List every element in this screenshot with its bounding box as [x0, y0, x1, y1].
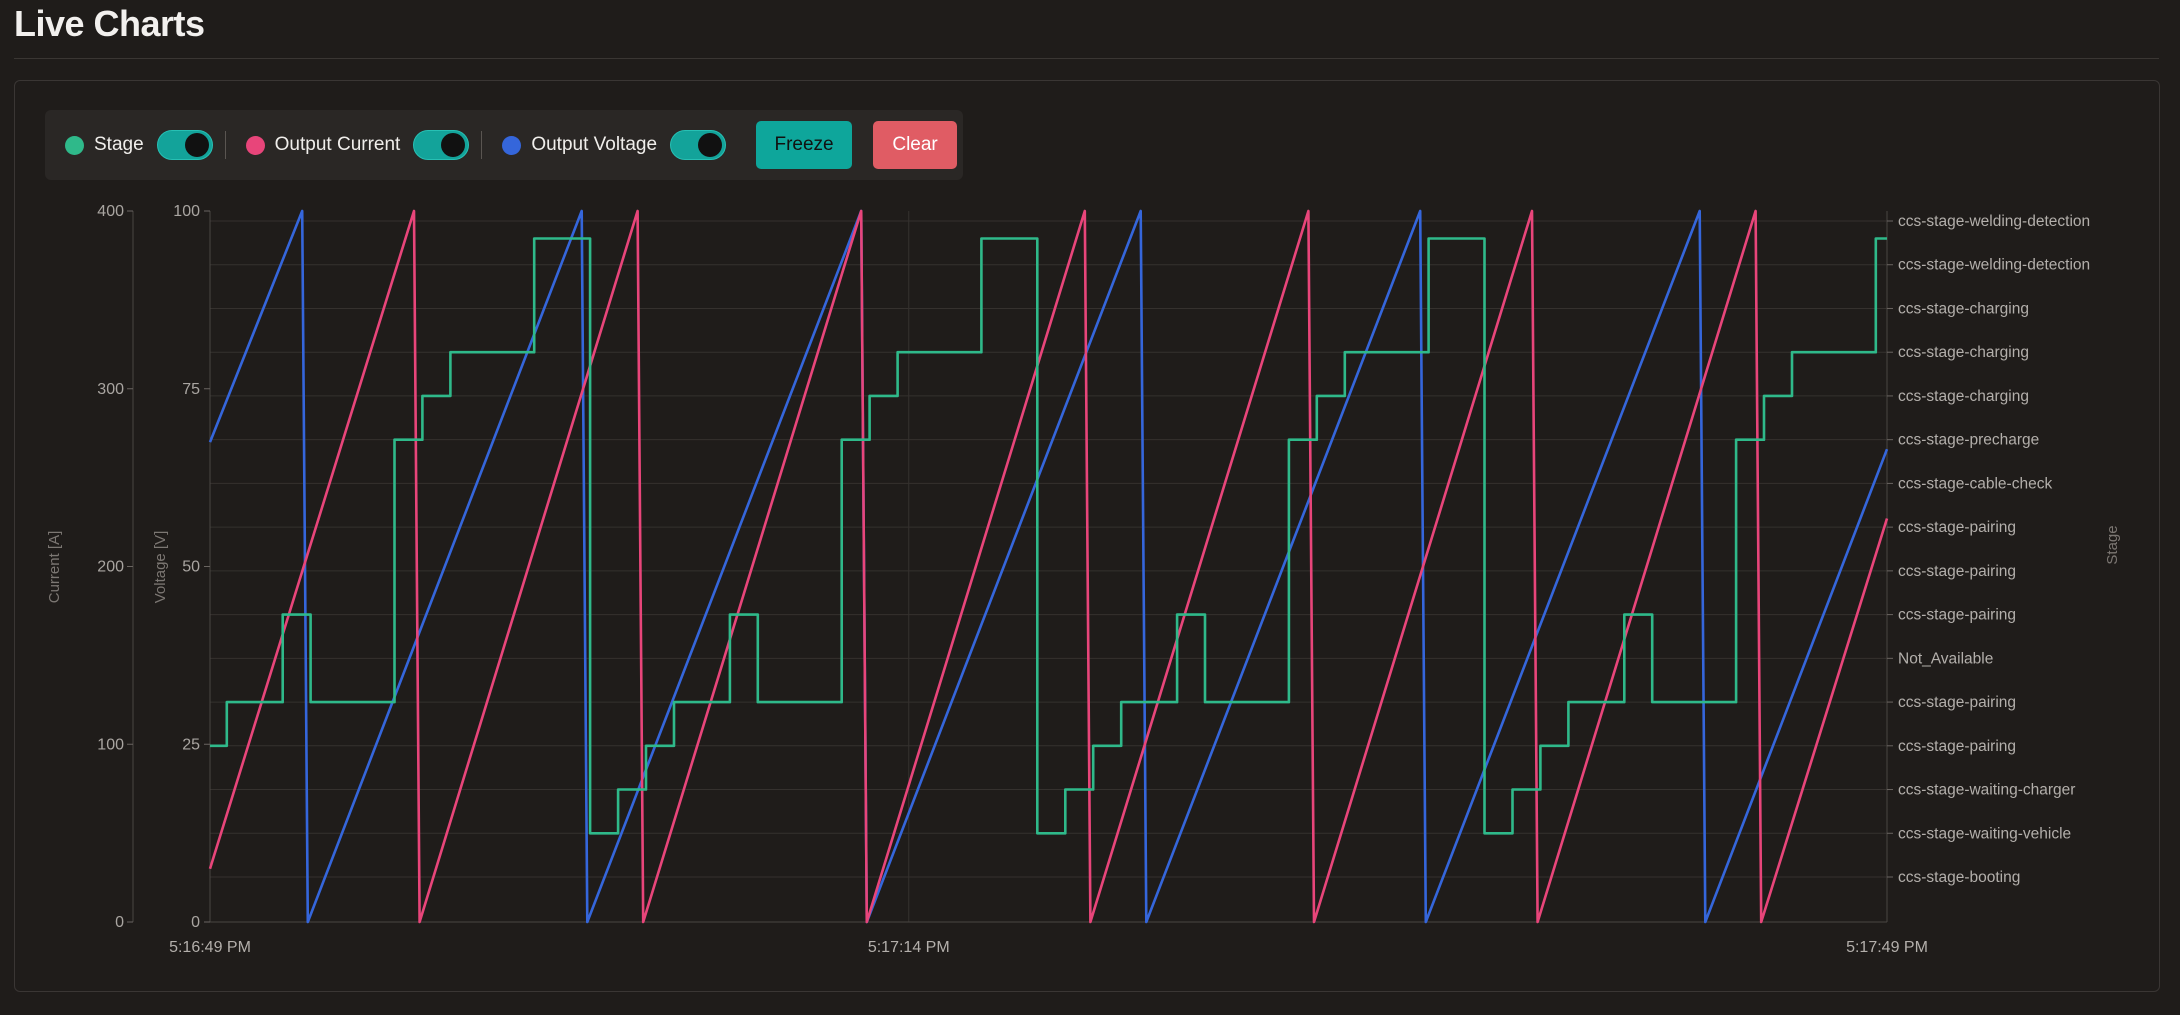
x-tick-label: 5:17:14 PM [868, 939, 950, 956]
stage-tick-label: ccs-stage-charging [1898, 300, 2029, 317]
stage-tick-label: ccs-stage-booting [1898, 869, 2020, 886]
stage-tick-label: ccs-stage-charging [1898, 344, 2029, 361]
stage-tick-label: ccs-stage-pairing [1898, 563, 2016, 580]
x-tick-label: 5:17:49 PM [1846, 939, 1928, 956]
current-tick-label: 100 [97, 736, 124, 753]
stage-tick-label: ccs-stage-waiting-charger [1898, 782, 2075, 799]
live-chart: 0 100 200 300 400 0 25 50 75 100 ccs-stage-booting… [46, 203, 2121, 956]
stage-tick-label: ccs-stage-pairing [1898, 607, 2016, 624]
voltage-tick-label: 0 [191, 914, 200, 931]
stage-tick-label: ccs-stage-welding-detection [1898, 257, 2090, 274]
stage-tick-label: ccs-stage-waiting-vehicle [1898, 825, 2071, 842]
stage-tick-label: ccs-stage-pairing [1898, 519, 2016, 536]
current-tick-label: 400 [97, 203, 124, 220]
stage-tick-label: ccs-stage-pairing [1898, 694, 2016, 711]
stage-tick-label: ccs-stage-welding-detection [1898, 213, 2090, 230]
current-tick-label: 200 [97, 559, 124, 576]
x-tick-label: 5:16:49 PM [169, 939, 251, 956]
stage-tick-label: ccs-stage-precharge [1898, 432, 2039, 449]
stage-axis-title: Stage [2104, 525, 2121, 564]
series-line-output-current [208, 209, 1889, 924]
current-axis-title: Current [A] [46, 531, 63, 604]
current-tick-label: 300 [97, 381, 124, 398]
voltage-tick-label: 100 [173, 203, 200, 220]
stage-tick-label: Not_Available [1898, 650, 1993, 667]
stage-tick-label: ccs-stage-charging [1898, 388, 2029, 405]
voltage-tick-label: 75 [182, 381, 200, 398]
stage-tick-label: ccs-stage-pairing [1898, 738, 2016, 755]
voltage-axis-title: Voltage [V] [152, 531, 169, 604]
series-line-output-voltage [208, 209, 1889, 924]
current-tick-label: 0 [115, 914, 124, 931]
voltage-tick-label: 50 [182, 559, 200, 576]
voltage-tick-label: 25 [182, 736, 200, 753]
stage-tick-label: ccs-stage-cable-check [1898, 475, 2052, 492]
